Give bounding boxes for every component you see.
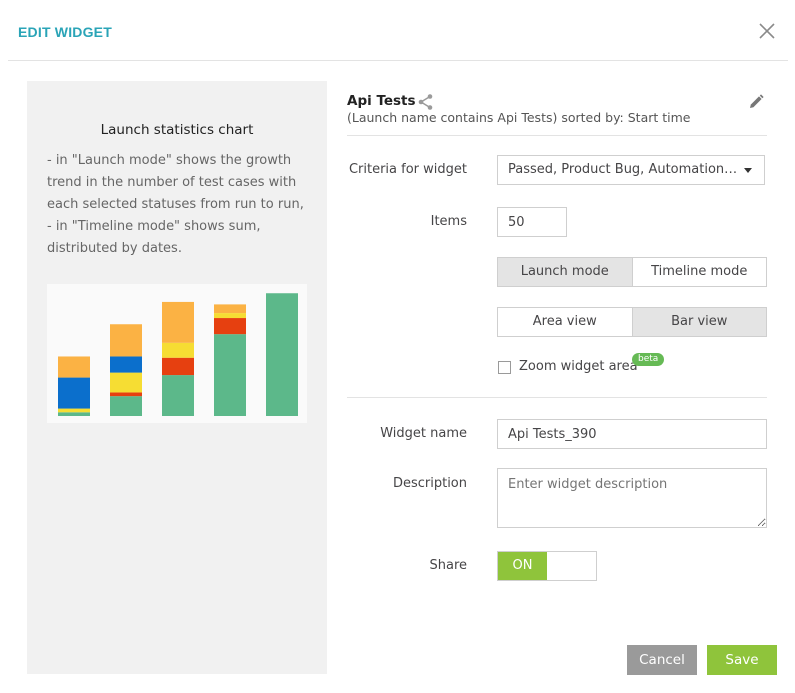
items-label: Items <box>430 214 467 229</box>
widget-name-heading: Api Tests <box>347 93 416 109</box>
description-line: distributed by dates. <box>47 241 182 256</box>
description-line: - in "Launch mode" shows the growth <box>47 153 292 168</box>
description-textarea[interactable] <box>497 468 767 528</box>
divider <box>347 397 767 398</box>
description-line: - in "Timeline mode" shows sum, <box>47 219 261 234</box>
zoom-checkbox[interactable] <box>498 361 511 374</box>
bar-segment-passed <box>266 293 298 416</box>
widget-name-input[interactable] <box>497 419 767 449</box>
preview-chart-area <box>47 284 307 423</box>
edit-pencil-icon[interactable] <box>747 93 765 111</box>
criteria-label: Criteria for widget <box>348 162 467 177</box>
bar-segment-passed <box>58 412 90 416</box>
bar-segment-automation-bug <box>110 372 142 393</box>
bar-segment-automation-bug <box>214 313 246 319</box>
close-icon[interactable] <box>756 20 778 42</box>
bar-segment-system-issue <box>110 356 142 373</box>
bar-segment-to-investigate <box>162 301 194 343</box>
launch-mode-button[interactable]: Launch mode <box>498 258 632 286</box>
description-line: trend in the number of test cases with <box>47 175 297 190</box>
bar-segment-to-investigate <box>110 324 142 357</box>
share-label: Share <box>429 558 467 573</box>
zoom-label[interactable]: Zoom widget area <box>519 359 638 374</box>
save-button[interactable]: Save <box>707 645 777 675</box>
bar-segment-automation-bug <box>58 408 90 413</box>
bar-view-button[interactable]: Bar view <box>631 308 766 336</box>
header-divider <box>8 60 788 61</box>
bar-segment-to-investigate <box>214 304 246 314</box>
bar-segment-to-investigate <box>58 356 90 378</box>
bar-segment-product-bug <box>162 357 194 376</box>
description-label: Description <box>392 476 467 491</box>
widget-name-label: Widget name <box>380 426 467 441</box>
bar-segment-product-bug <box>110 392 142 397</box>
bar-segment-automation-bug <box>162 342 194 358</box>
description-line: each selected statuses from run to run, <box>47 197 304 212</box>
modal-title: EDIT WIDGET <box>18 24 112 40</box>
preview-description: - in "Launch mode" shows the growth tren… <box>47 150 309 260</box>
chevron-down-icon <box>744 168 752 173</box>
share-toggle[interactable]: ON <box>497 551 597 581</box>
bar-segment-passed <box>214 334 246 416</box>
widget-filter-subtitle: (Launch name contains Api Tests) sorted … <box>347 110 691 125</box>
cancel-button[interactable]: Cancel <box>627 645 697 675</box>
criteria-select[interactable]: Passed, Product Bug, Automation Bug, To … <box>497 155 765 185</box>
beta-badge: beta <box>632 353 665 366</box>
items-input[interactable] <box>497 207 567 237</box>
preview-chart <box>58 293 298 416</box>
bar-segment-product-bug <box>214 318 246 335</box>
share-toggle-on: ON <box>498 552 547 580</box>
area-view-button[interactable]: Area view <box>498 308 632 336</box>
divider <box>347 135 767 136</box>
timeline-mode-button[interactable]: Timeline mode <box>631 258 767 286</box>
bar-segment-passed <box>110 396 142 416</box>
view-switch: Area view Bar view <box>497 307 767 337</box>
mode-switch: Launch mode Timeline mode <box>497 257 767 287</box>
bar-segment-passed <box>162 375 194 416</box>
criteria-select-value: Passed, Product Bug, Automation Bug, To … <box>508 162 738 177</box>
bar-segment-system-issue <box>58 377 90 409</box>
share-icon[interactable] <box>417 93 435 111</box>
preview-title: Launch statistics chart <box>100 122 254 138</box>
